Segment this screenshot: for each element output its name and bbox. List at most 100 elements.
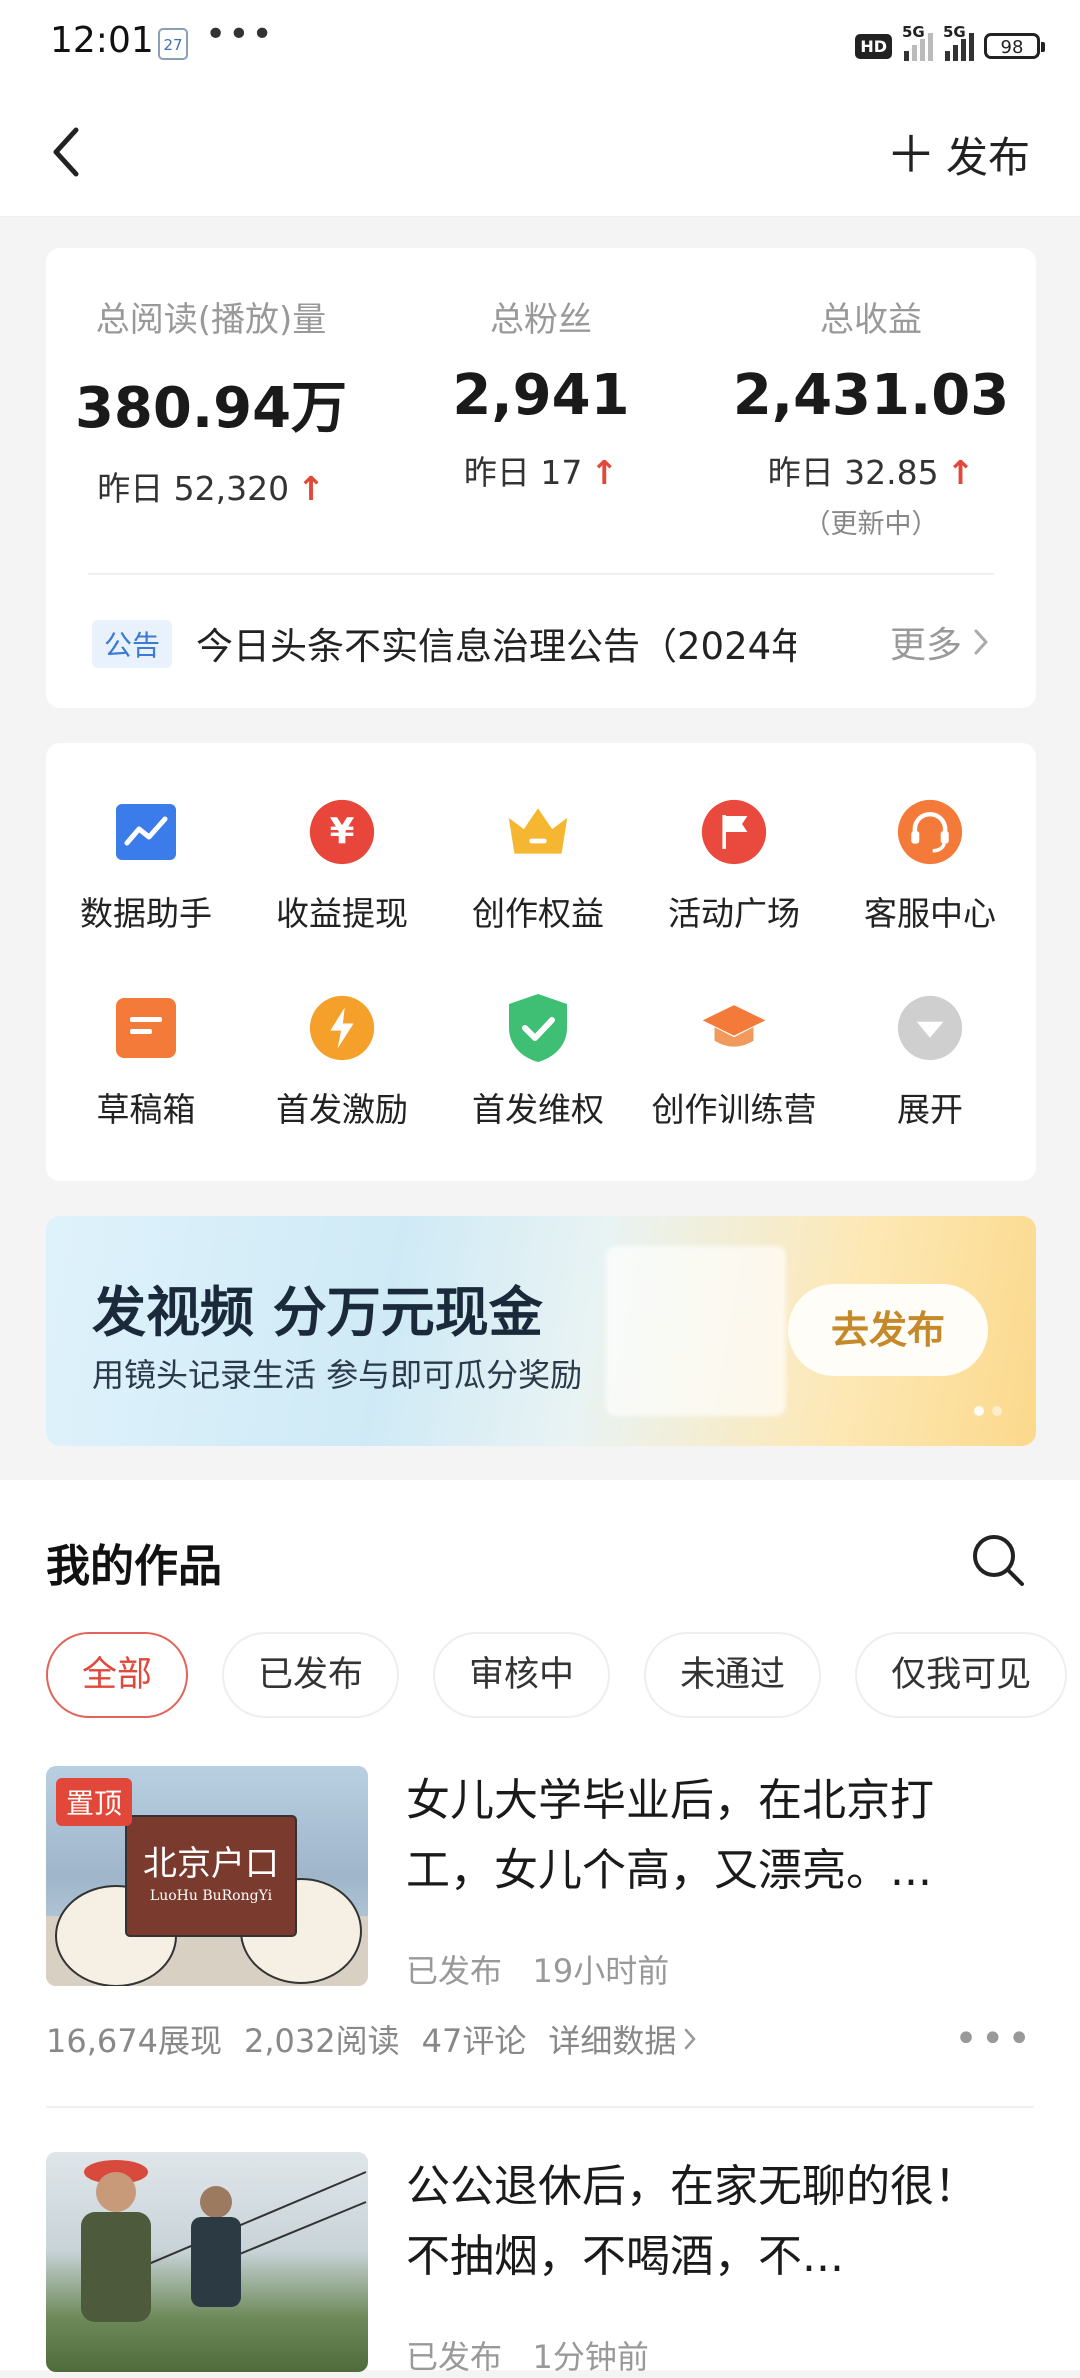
- signal-icon: 5G: [902, 23, 933, 61]
- tool-creator-camp[interactable]: 创作训练营: [636, 995, 832, 1131]
- work-reads: 2,032阅读: [243, 2022, 400, 2060]
- search-icon: [973, 1535, 1024, 1586]
- work-status: 已发布: [406, 1952, 503, 1990]
- tab-all[interactable]: 全部: [46, 1632, 189, 1718]
- work-meta: 已发布 19小时前: [406, 1946, 669, 1992]
- tab-private[interactable]: 仅我可见: [855, 1632, 1068, 1718]
- notice-link[interactable]: 今日头条不实信息治理公告（2024年...: [196, 616, 796, 670]
- shield-check-icon: [505, 994, 571, 1062]
- tool-label: 收益提现: [276, 894, 408, 933]
- work-title: 公公退休后，在家无聊的很！不抽烟，不喝酒，不...: [406, 2161, 978, 2282]
- tool-expand[interactable]: 展开: [832, 995, 1028, 1131]
- tool-activity-plaza[interactable]: 活动广场: [636, 799, 832, 935]
- banner-pagination: [974, 1406, 1002, 1416]
- chevron-right-icon: [974, 629, 988, 655]
- calendar-icon: 27: [158, 28, 188, 60]
- headset-icon: [897, 799, 963, 865]
- banner-title: 发视频 分万元现金: [92, 1281, 543, 1344]
- stat-value: 2,941: [452, 363, 630, 428]
- banner-publish-button[interactable]: 去发布: [788, 1284, 988, 1376]
- work-impressions: 16,674展现: [46, 2022, 222, 2060]
- tab-published[interactable]: 已发布: [222, 1632, 400, 1718]
- work-comments: 47评论: [421, 2022, 527, 2060]
- work-details-link[interactable]: 详细数据: [548, 2016, 698, 2062]
- flag-icon: [701, 799, 767, 865]
- stat-label: 总粉丝: [490, 300, 592, 340]
- svg-text:¥: ¥: [330, 812, 355, 853]
- signal-icon: 5G: [943, 23, 974, 61]
- arrow-up-icon: ↑: [946, 453, 975, 492]
- tab-rejected[interactable]: 未通过: [644, 1632, 822, 1718]
- stat-label: 总阅读(播放)量: [95, 300, 327, 340]
- more-options-icon[interactable]: •••: [954, 2016, 1034, 2062]
- status-indicators: HD 5G 5G 98: [855, 23, 1045, 64]
- yuan-icon: ¥: [309, 799, 375, 865]
- stat-label: 总收益: [820, 300, 922, 340]
- publish-button[interactable]: ＋ 发布: [886, 124, 1030, 185]
- work-stats: 16,674展现 2,032阅读 47评论 详细数据: [46, 2016, 698, 2062]
- hd-voice-icon: HD: [855, 33, 892, 59]
- tool-label: 草稿箱: [96, 1090, 196, 1129]
- plus-icon: ＋: [885, 125, 936, 184]
- arrow-up-icon: ↑: [297, 469, 325, 508]
- tool-drafts[interactable]: 草稿箱: [48, 995, 244, 1131]
- work-item[interactable]: 置顶 北京户口 LuoHu BuRongYi 女儿大学毕业后，在北京打工，女儿个…: [46, 1766, 1034, 2108]
- my-works-section: 我的作品 全部 已发布 审核中 未通过 仅我可见 置顶 北京户口 LuoHu B…: [0, 1480, 1080, 2376]
- filter-tabs: 全部 已发布 审核中 未通过 仅我可见: [46, 1632, 1068, 1718]
- search-button[interactable]: [970, 1532, 1026, 1588]
- back-button[interactable]: [42, 122, 102, 182]
- stat-value: 2,431.03: [732, 363, 1010, 428]
- thumbnail-subtext: LuoHu BuRongYi: [149, 1888, 273, 1904]
- notice-more-button[interactable]: 更多: [890, 616, 992, 668]
- promo-banner[interactable]: 发视频 分万元现金 用镜头记录生活 参与即可瓜分奖励 去发布: [46, 1216, 1036, 1446]
- divider: [88, 573, 994, 575]
- work-thumbnail: [46, 2152, 368, 2372]
- stat-total-fans[interactable]: 总粉丝 2,941 昨日 17 ↑: [376, 248, 706, 494]
- stat-yesterday: 昨日 32.85 ↑: [767, 453, 975, 492]
- tool-label: 首发激励: [276, 1090, 408, 1129]
- work-meta: 已发布 1分钟前: [406, 2332, 649, 2378]
- lightning-icon: [309, 995, 375, 1061]
- tool-first-publish-incentive[interactable]: 首发激励: [244, 995, 440, 1131]
- chevron-left-icon: [53, 127, 79, 177]
- tool-label: 创作训练营: [651, 1090, 817, 1129]
- stat-yesterday: 昨日 52,320 ↑: [97, 469, 325, 508]
- tool-label: 活动广场: [668, 894, 800, 933]
- stats-card: 总阅读(播放)量 380.94万 昨日 52,320 ↑ 总粉丝 2,941 昨日…: [46, 248, 1036, 708]
- thumbnail-image: [81, 2160, 367, 2322]
- tool-data-assistant[interactable]: 数据助手: [48, 799, 244, 935]
- tool-label: 首发维权: [472, 1090, 604, 1129]
- banner-decoration: [606, 1246, 786, 1416]
- stat-total-earnings[interactable]: 总收益 2,431.03 昨日 32.85 ↑ （更新中）: [706, 248, 1036, 541]
- work-item[interactable]: 公公退休后，在家无聊的很！不抽烟，不喝酒，不... 已发布 1分钟前: [46, 2152, 1034, 2376]
- tool-label: 数据助手: [80, 894, 212, 933]
- notice-tag: 公告: [92, 620, 173, 668]
- stat-total-reads[interactable]: 总阅读(播放)量 380.94万 昨日 52,320 ↑: [46, 248, 376, 510]
- stat-note: （更新中）: [803, 509, 939, 540]
- arrow-up-icon: ↑: [590, 453, 619, 492]
- work-title: 女儿大学毕业后，在北京打工，女儿个高，又漂亮。...: [406, 1775, 934, 1896]
- work-time: 19小时前: [532, 1952, 670, 1990]
- crown-icon: [505, 799, 571, 865]
- chevron-right-icon: [685, 2028, 697, 2050]
- divider: [46, 2106, 1034, 2108]
- stat-yesterday: 昨日 17 ↑: [463, 453, 619, 492]
- tab-reviewing[interactable]: 审核中: [433, 1632, 611, 1718]
- tools-grid: 数据助手 ¥ 收益提现 创作权益 活动广场 客服中心 草稿箱 首发激励 首发维权…: [46, 743, 1036, 1181]
- tool-earnings-withdraw[interactable]: ¥ 收益提现: [244, 799, 440, 935]
- battery-icon: 98: [984, 33, 1045, 59]
- draft-icon: [113, 995, 179, 1061]
- tool-creator-rights[interactable]: 创作权益: [440, 799, 636, 935]
- tool-label: 客服中心: [864, 894, 996, 933]
- nav-bar: ＋ 发布: [0, 92, 1080, 217]
- work-thumbnail: 置顶 北京户口 LuoHu BuRongYi: [46, 1766, 368, 1986]
- publish-label: 发布: [945, 133, 1030, 182]
- tool-first-publish-protection[interactable]: 首发维权: [440, 994, 636, 1131]
- work-time: 1分钟前: [532, 2338, 649, 2376]
- status-time: 12:01: [50, 20, 154, 61]
- expand-icon: [897, 995, 963, 1061]
- notice-more-label: 更多: [889, 625, 962, 666]
- tool-customer-service[interactable]: 客服中心: [832, 799, 1028, 935]
- more-notifications-icon: •••: [205, 14, 275, 55]
- stat-value: 380.94万: [74, 376, 348, 441]
